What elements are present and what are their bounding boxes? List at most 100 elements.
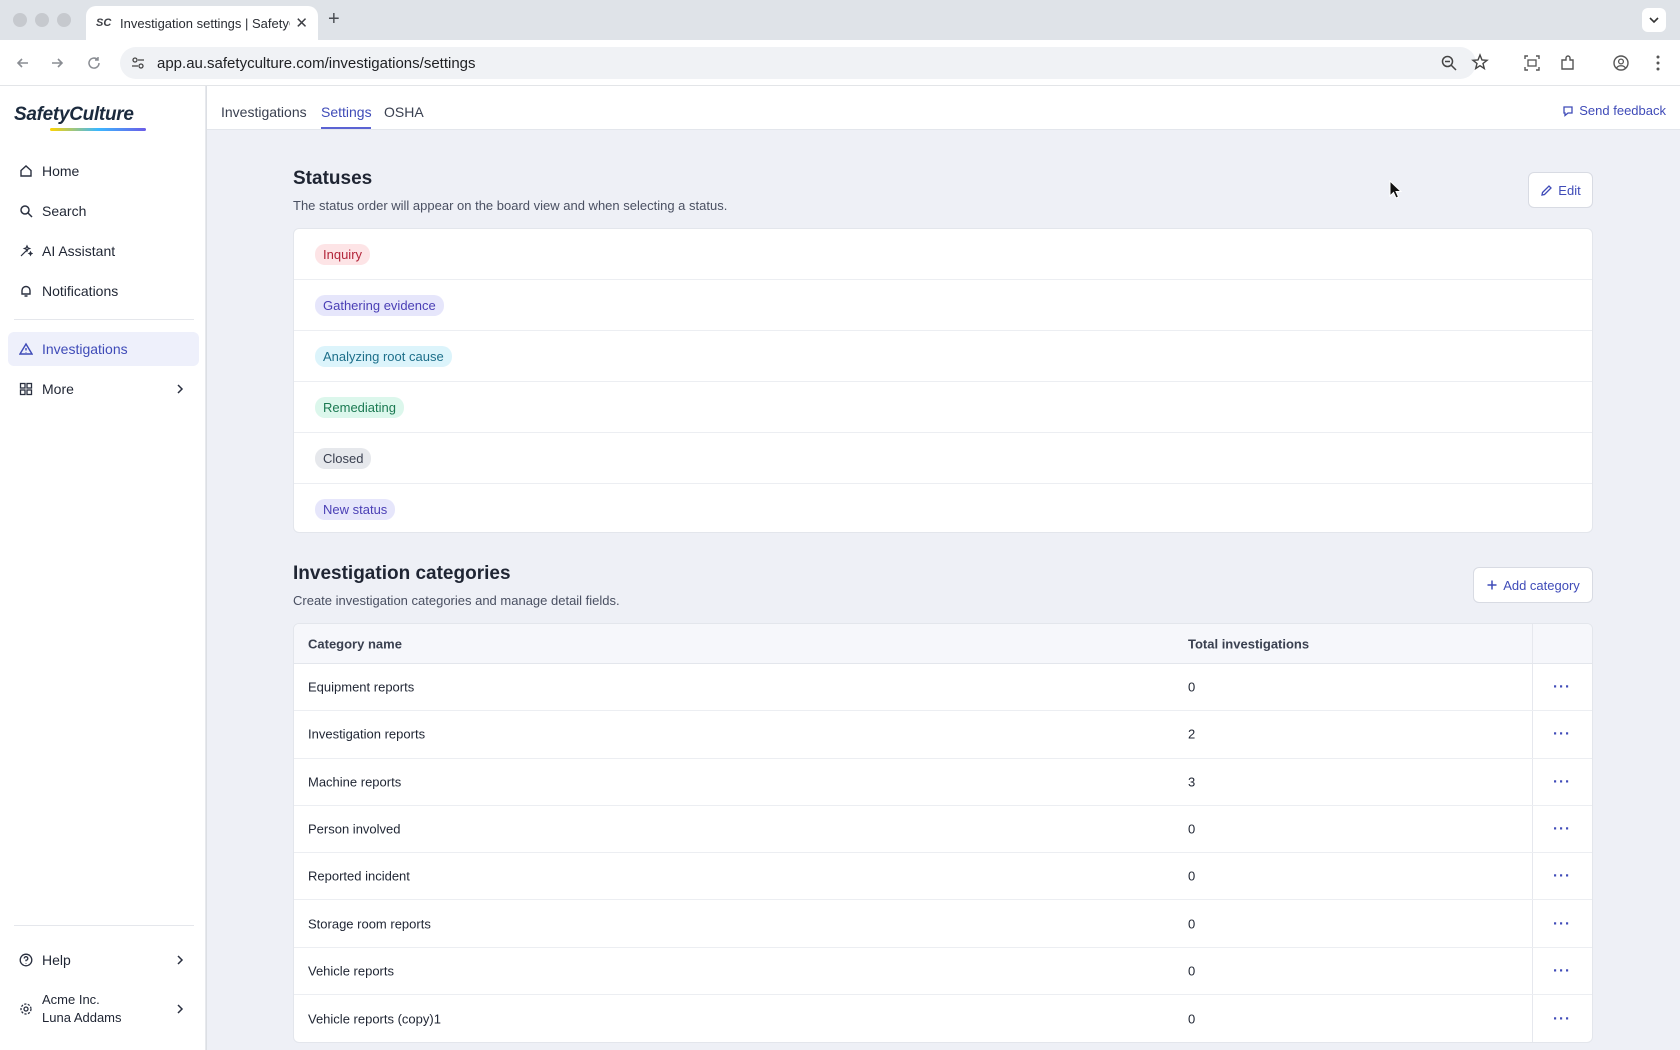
browser-menu-icon[interactable] <box>1647 52 1669 74</box>
sidebar-item-investigations[interactable]: Investigations <box>8 332 199 366</box>
active-tab-indicator <box>321 127 371 129</box>
grid-icon <box>18 381 34 397</box>
new-tab-icon[interactable]: + <box>328 8 340 31</box>
column-separator <box>1532 664 1533 711</box>
extensions-puzzle-icon[interactable] <box>1557 52 1579 74</box>
status-row[interactable]: Inquiry <box>294 229 1592 280</box>
sidebar-item-home[interactable]: Home <box>8 154 199 188</box>
sidebar-item-label: Investigations <box>42 341 128 357</box>
row-more-options-icon[interactable]: ··· <box>1553 962 1571 979</box>
total-investigations: 3 <box>1188 774 1196 790</box>
forward-arrow-icon[interactable] <box>46 52 68 74</box>
url-text[interactable]: app.au.safetyculture.com/investigations/… <box>157 55 476 72</box>
total-investigations: 0 <box>1188 821 1196 837</box>
table-row[interactable]: Investigation reports 2 ··· <box>294 711 1592 759</box>
sidebar-item-notifications[interactable]: Notifications <box>8 274 199 308</box>
sidebar-item-ai-assistant[interactable]: AI Assistant <box>8 234 199 268</box>
table-row[interactable]: Machine reports 3 ··· <box>294 758 1592 806</box>
logo-underline <box>50 128 146 131</box>
tab-search-chevron-icon[interactable] <box>1642 8 1666 32</box>
table-row[interactable]: Reported incident 0 ··· <box>294 853 1592 901</box>
sidebar-item-label: Notifications <box>42 283 119 299</box>
status-pill: New status <box>315 499 396 520</box>
category-name[interactable]: Machine reports <box>308 774 401 789</box>
window-maximize-button[interactable] <box>57 13 71 27</box>
browser-toolbar: app.au.safetyculture.com/investigations/… <box>0 40 1680 86</box>
add-category-label: Add category <box>1503 577 1580 593</box>
tab-settings[interactable]: Settings <box>321 104 372 120</box>
total-investigations: 0 <box>1188 679 1196 695</box>
column-separator <box>1532 711 1533 758</box>
row-more-options-icon[interactable]: ··· <box>1553 1010 1571 1027</box>
status-row[interactable]: Analyzing root cause <box>294 331 1592 382</box>
sidebar-item-label: AI Assistant <box>42 243 116 259</box>
site-info-icon[interactable] <box>130 55 146 76</box>
account-menu[interactable]: Acme Inc. Luna Addams <box>8 984 199 1034</box>
address-bar[interactable]: app.au.safetyculture.com/investigations/… <box>120 47 1489 79</box>
app-sidebar: SafetyCulture Home Search AI Assistant N… <box>0 86 206 1050</box>
table-row[interactable]: Vehicle reports 0 ··· <box>294 947 1592 996</box>
gear-icon <box>18 1001 34 1017</box>
category-name[interactable]: Equipment reports <box>308 680 414 695</box>
column-header-category-name[interactable]: Category name <box>308 636 402 651</box>
category-name[interactable]: Reported incident <box>308 869 410 884</box>
bookmark-star-icon[interactable] <box>1471 53 1489 76</box>
category-name[interactable]: Investigation reports <box>308 727 425 742</box>
sidebar-item-search[interactable]: Search <box>8 194 199 228</box>
table-row[interactable]: Storage room reports 0 ··· <box>294 900 1592 948</box>
statuses-list: Inquiry Gathering evidence Analyzing roo… <box>293 228 1593 533</box>
add-category-button[interactable]: Add category <box>1473 567 1593 603</box>
tab-osha[interactable]: OSHA <box>384 104 424 120</box>
reload-icon[interactable] <box>83 52 105 74</box>
profile-icon[interactable] <box>1610 52 1632 74</box>
row-more-options-icon[interactable]: ··· <box>1553 868 1571 885</box>
column-separator <box>1532 947 1533 995</box>
table-row[interactable]: Vehicle reports (copy)1 0 ··· <box>294 995 1592 1042</box>
sidebar-item-more[interactable]: More <box>8 372 199 406</box>
status-row[interactable]: Closed <box>294 433 1592 484</box>
total-investigations: 0 <box>1188 963 1196 979</box>
row-more-options-icon[interactable]: ··· <box>1553 679 1571 696</box>
row-more-options-icon[interactable]: ··· <box>1553 915 1571 932</box>
status-row[interactable]: Remediating <box>294 382 1592 433</box>
column-header-total-investigations[interactable]: Total investigations <box>1188 636 1309 651</box>
status-pill: Inquiry <box>315 243 371 265</box>
edit-statuses-button[interactable]: Edit <box>1528 172 1593 208</box>
total-investigations: 0 <box>1188 916 1196 932</box>
back-arrow-icon[interactable] <box>12 52 34 74</box>
table-row[interactable]: Equipment reports 0 ··· <box>294 664 1592 712</box>
category-name[interactable]: Vehicle reports <box>308 963 394 978</box>
sidebar-item-help[interactable]: Help <box>8 943 199 977</box>
browser-tab-title: Investigation settings | SafetyCulture <box>120 15 290 31</box>
safetyculture-logo[interactable]: SafetyCulture <box>14 104 134 126</box>
sidebar-item-label: Search <box>42 203 87 219</box>
category-name[interactable]: Person involved <box>308 822 401 837</box>
category-name[interactable]: Vehicle reports (copy)1 <box>308 1011 441 1026</box>
send-feedback-link[interactable]: Send feedback <box>1562 103 1666 118</box>
total-investigations: 2 <box>1188 726 1196 742</box>
row-more-options-icon[interactable]: ··· <box>1553 726 1571 743</box>
screen-capture-icon[interactable] <box>1521 52 1543 74</box>
warning-triangle-icon <box>18 341 34 357</box>
user-name: Luna Addams <box>42 1010 122 1025</box>
total-investigations: 0 <box>1188 1011 1196 1027</box>
feedback-icon <box>1563 105 1573 117</box>
window-close-button[interactable] <box>13 13 27 27</box>
window-minimize-button[interactable] <box>35 13 49 27</box>
zoom-icon[interactable] <box>1440 54 1458 77</box>
row-more-options-icon[interactable]: ··· <box>1553 773 1571 790</box>
browser-tab-bar: SC Investigation settings | SafetyCultur… <box>0 0 1680 40</box>
table-row[interactable]: Person involved 0 ··· <box>294 805 1592 854</box>
home-icon <box>18 163 34 179</box>
sparkle-icon <box>18 243 34 259</box>
category-name[interactable]: Storage room reports <box>308 916 431 931</box>
status-row[interactable]: New status <box>294 484 1592 532</box>
column-separator <box>1532 900 1533 947</box>
tab-investigations[interactable]: Investigations <box>221 104 307 120</box>
row-more-options-icon[interactable]: ··· <box>1553 821 1571 838</box>
status-row[interactable]: Gathering evidence <box>294 280 1592 331</box>
total-investigations: 0 <box>1188 868 1196 884</box>
column-separator <box>1532 624 1533 663</box>
tab-close-icon[interactable]: ✕ <box>295 14 308 32</box>
browser-tab[interactable]: SC Investigation settings | SafetyCultur… <box>86 6 318 40</box>
